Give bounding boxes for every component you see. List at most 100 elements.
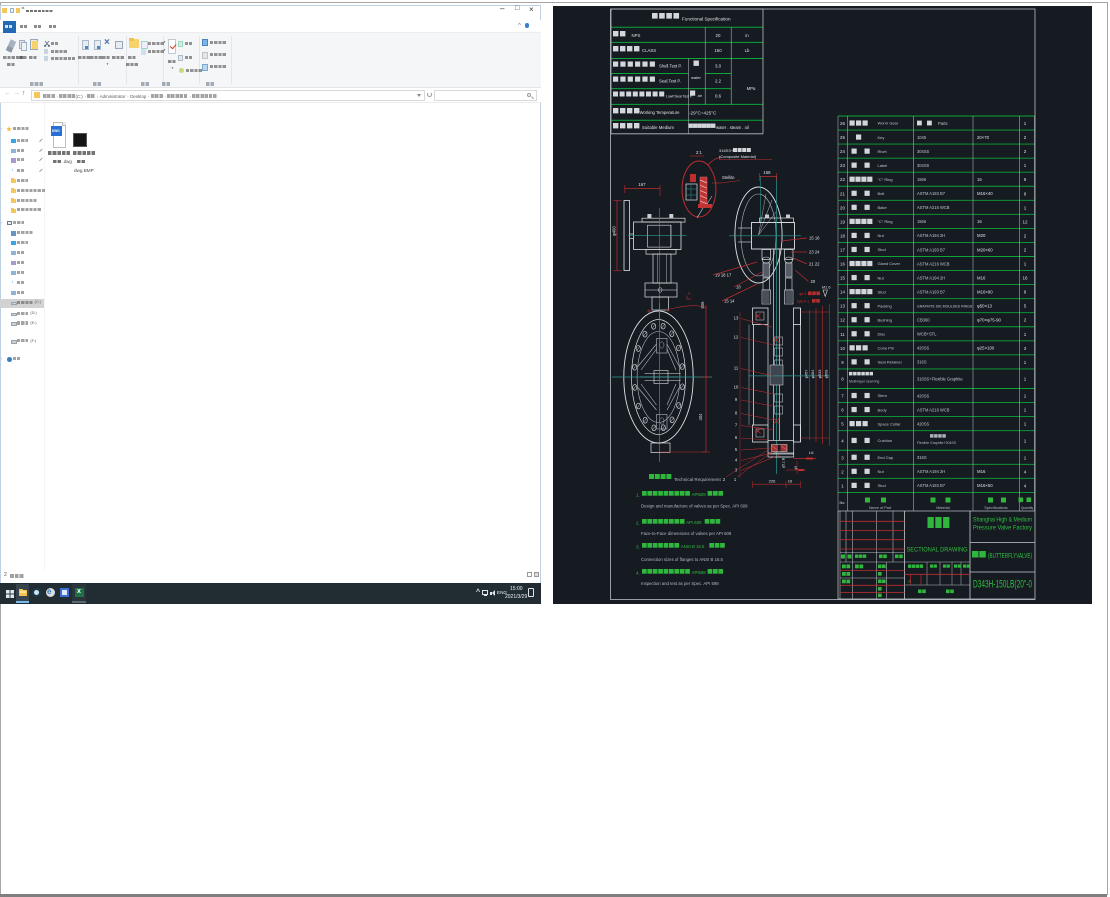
svg-text:ASTM A216 WCB: ASTM A216 WCB bbox=[917, 205, 950, 210]
svg-text:20: 20 bbox=[840, 205, 845, 210]
svg-text:Cushion: Cushion bbox=[878, 438, 893, 443]
svg-text:14: 14 bbox=[840, 290, 845, 295]
svg-text:φ400: φ400 bbox=[612, 225, 617, 235]
svg-text:16: 16 bbox=[788, 479, 793, 484]
svg-text:150: 150 bbox=[714, 48, 722, 53]
svg-text:API609: API609 bbox=[692, 492, 707, 497]
svg-text:Specifications: Specifications bbox=[984, 506, 1008, 510]
svg-text:20×70: 20×70 bbox=[977, 135, 990, 140]
svg-text:25: 25 bbox=[840, 135, 845, 140]
svg-text:16: 16 bbox=[840, 262, 845, 267]
svg-text:φ457: φ457 bbox=[805, 370, 809, 379]
svg-text:226: 226 bbox=[769, 479, 776, 484]
svg-text:11: 11 bbox=[840, 332, 845, 337]
svg-text:Name of Part: Name of Part bbox=[869, 506, 892, 510]
svg-text:Multi-layer seal ring: Multi-layer seal ring bbox=[849, 379, 879, 383]
svg-text:23: 23 bbox=[840, 163, 845, 168]
svg-text:Shanghai High & Medium: Shanghai High & Medium bbox=[973, 517, 1032, 524]
svg-text:M16: M16 bbox=[977, 469, 986, 474]
svg-text:606: 606 bbox=[700, 301, 705, 309]
svg-text:ASTM A194 2H: ASTM A194 2H bbox=[917, 275, 945, 280]
svg-text:Worm Gear: Worm Gear bbox=[878, 121, 899, 126]
svg-text:Nut: Nut bbox=[878, 233, 885, 238]
svg-text:20: 20 bbox=[716, 33, 721, 38]
svg-text:Stem: Stem bbox=[878, 393, 888, 398]
svg-text:316SS+Flexible Graphite: 316SS+Flexible Graphite bbox=[917, 377, 963, 382]
svg-text:2.2: 2.2 bbox=[715, 79, 722, 84]
svg-text:"C" Ring: "C" Ring bbox=[878, 219, 893, 224]
svg-text:M16×90: M16×90 bbox=[977, 289, 993, 294]
svg-text:21: 21 bbox=[840, 191, 845, 196]
svg-text:16: 16 bbox=[977, 177, 982, 182]
svg-text:Pressure Valve Factory: Pressure Valve Factory bbox=[973, 525, 1033, 532]
svg-text:ASTM A193 B7: ASTM A193 B7 bbox=[917, 247, 946, 252]
svg-text:CB360: CB360 bbox=[917, 318, 930, 323]
svg-text:420SS: 420SS bbox=[917, 393, 930, 398]
svg-text:Label: Label bbox=[878, 163, 888, 168]
svg-text:12: 12 bbox=[840, 318, 845, 323]
svg-text:Packing: Packing bbox=[878, 303, 892, 308]
svg-text:M16: M16 bbox=[977, 275, 986, 280]
svg-text:19 18 17: 19 18 17 bbox=[715, 273, 732, 278]
svg-text:Lb: Lb bbox=[745, 48, 750, 53]
svg-text:ANSI B 16.5: ANSI B 16.5 bbox=[681, 544, 705, 549]
svg-text:22: 22 bbox=[840, 177, 845, 182]
svg-text:φ5.1 B: φ5.1 B bbox=[782, 457, 786, 468]
svg-text:Stud: Stud bbox=[878, 289, 886, 294]
svg-text:Space Collar: Space Collar bbox=[878, 421, 902, 426]
svg-text:φ5: φ5 bbox=[794, 466, 798, 470]
svg-text:Seat Retainer: Seat Retainer bbox=[878, 360, 903, 365]
svg-text:M20×60: M20×60 bbox=[977, 247, 993, 252]
svg-text:Functional Specification: Functional Specification bbox=[682, 17, 731, 22]
svg-text:(Composite Material): (Composite Material) bbox=[719, 154, 757, 159]
svg-text:1045: 1045 bbox=[917, 135, 927, 140]
svg-text:D343H-150LB(20"-0: D343H-150LB(20"-0 bbox=[973, 579, 1032, 591]
svg-text:WCB+STL: WCB+STL bbox=[917, 332, 937, 337]
svg-text:(BUTTERFLYVALVE): (BUTTERFLYVALVE) bbox=[988, 551, 1032, 560]
svg-text:φ70×φ75-90: φ70×φ75-90 bbox=[977, 318, 1001, 323]
svg-text:304SS: 304SS bbox=[917, 149, 930, 154]
svg-text:Body: Body bbox=[878, 407, 887, 412]
svg-text:420SS: 420SS bbox=[917, 421, 930, 426]
svg-text:316S: 316S bbox=[917, 455, 927, 460]
svg-text:Bolt: Bolt bbox=[878, 191, 886, 196]
svg-text:API598: API598 bbox=[692, 570, 707, 575]
svg-text:φ533: φ533 bbox=[818, 370, 822, 379]
svg-text:13: 13 bbox=[734, 316, 739, 321]
svg-text:M16×40: M16×40 bbox=[977, 191, 993, 196]
svg-text:Design and manufacture of valv: Design and manufacture of valves as per … bbox=[641, 504, 748, 509]
svg-text:3.: 3. bbox=[636, 545, 640, 550]
svg-text:"C" Ring: "C" Ring bbox=[878, 177, 893, 182]
svg-text:ASTM A193 B7: ASTM A193 B7 bbox=[917, 191, 946, 196]
svg-text:Suitable Medium: Suitable Medium bbox=[642, 125, 674, 130]
svg-text:16: 16 bbox=[977, 219, 982, 224]
svg-text:13: 13 bbox=[840, 304, 845, 309]
svg-text:12: 12 bbox=[734, 335, 739, 340]
svg-text:-29°C~425°C: -29°C~425°C bbox=[689, 111, 717, 116]
svg-text:ASTM A216 WCB: ASTM A216 WCB bbox=[917, 261, 950, 266]
svg-text:LowP.Seal Test P.: LowP.Seal Test P. bbox=[666, 95, 693, 99]
svg-text:Material: Material bbox=[936, 506, 950, 510]
svg-text:Stud: Stud bbox=[878, 483, 886, 488]
svg-text:Cone Pin: Cone Pin bbox=[878, 346, 894, 351]
svg-text:24: 24 bbox=[840, 149, 845, 154]
svg-text:ASTM A193 B7: ASTM A193 B7 bbox=[917, 483, 946, 488]
svg-text:Rivet: Rivet bbox=[878, 149, 888, 154]
svg-text:water . steam . oil: water . steam . oil bbox=[716, 125, 749, 130]
svg-text:Disc: Disc bbox=[878, 331, 886, 336]
svg-text:404: 404 bbox=[698, 413, 703, 421]
svg-text:Working Temperature: Working Temperature bbox=[640, 110, 681, 115]
svg-text:L6: L6 bbox=[809, 450, 814, 455]
svg-text:17: 17 bbox=[840, 247, 845, 252]
svg-text:15: 15 bbox=[840, 276, 845, 281]
svg-text:Gland Cover: Gland Cover bbox=[878, 261, 901, 266]
svg-text:3.0: 3.0 bbox=[715, 64, 722, 69]
svg-text:10: 10 bbox=[840, 346, 845, 351]
svg-text:air: air bbox=[698, 93, 703, 98]
svg-text:2:1: 2:1 bbox=[696, 150, 702, 155]
svg-text:Face-to-Face dimensions of val: Face-to-Face dimensions of valves per AP… bbox=[641, 531, 732, 536]
svg-text:ASTM A216 WCB: ASTM A216 WCB bbox=[917, 407, 950, 412]
svg-text:Seal.Test P.: Seal.Test P. bbox=[659, 79, 681, 84]
svg-text:19: 19 bbox=[840, 219, 845, 224]
svg-text:Parts: Parts bbox=[938, 121, 948, 126]
